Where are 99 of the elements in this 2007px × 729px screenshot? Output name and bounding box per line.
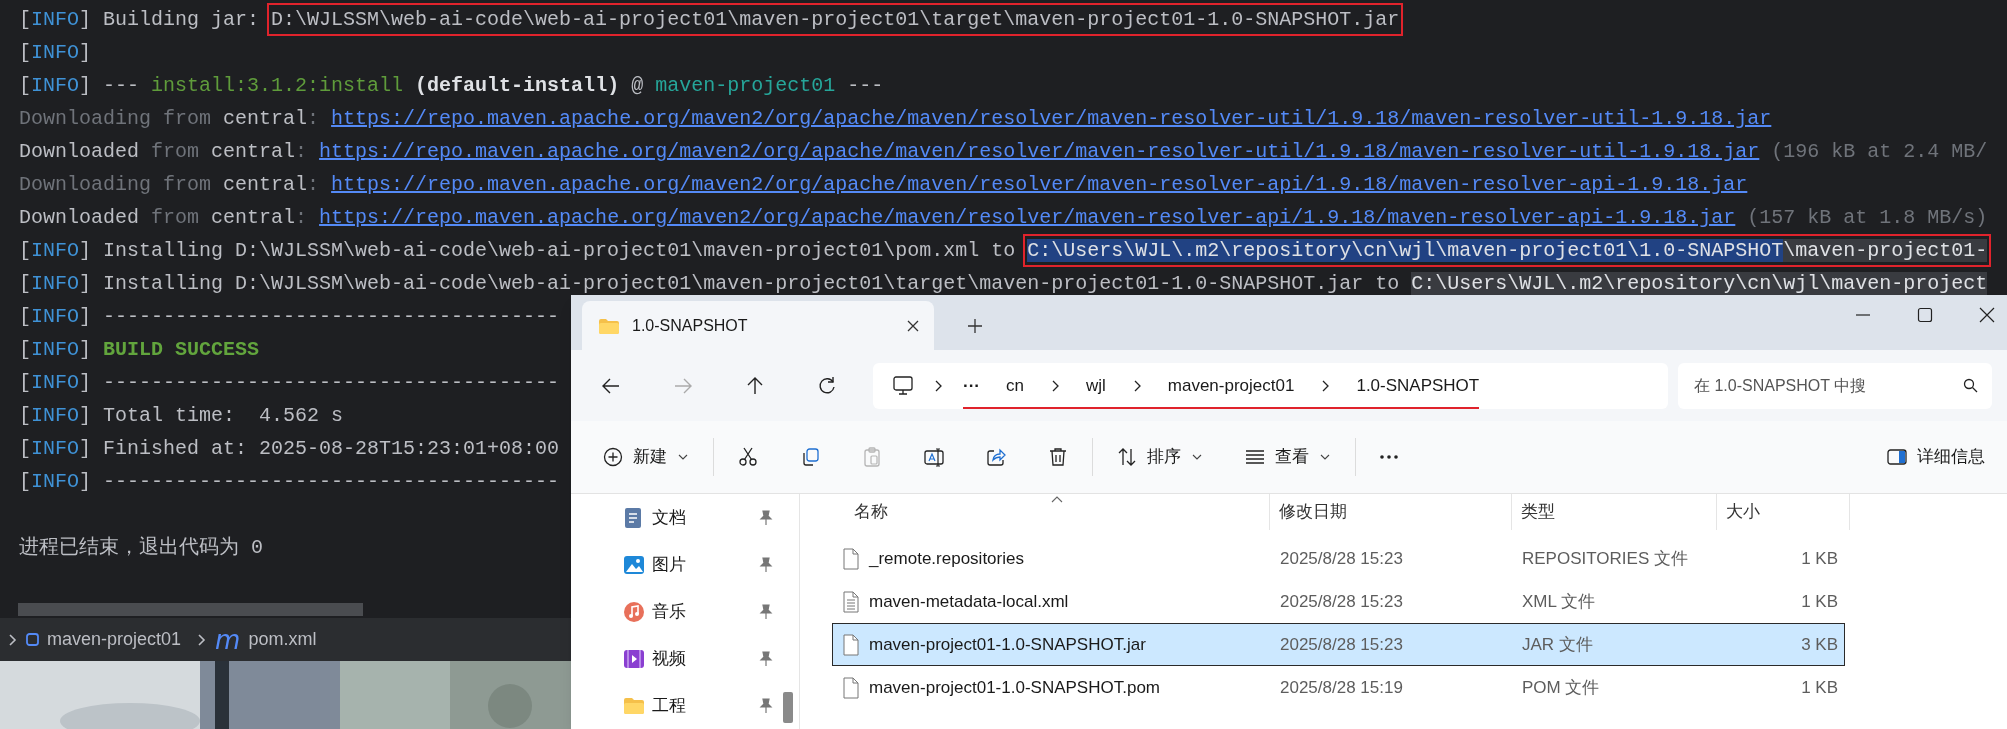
rename-icon	[924, 447, 944, 468]
close-icon[interactable]	[1979, 307, 1995, 323]
breadcrumb-item[interactable]: maven-project01	[1167, 373, 1295, 399]
file-size: 1 KB	[1801, 548, 1838, 568]
log-line: [INFO] --- install:3.1.2:install (default-install) @ maven-project01 ---	[19, 73, 884, 99]
log-line: [INFO] --------------------------------------	[19, 304, 560, 330]
breadcrumb-item[interactable]: cn	[1006, 373, 1024, 399]
sidebar-item[interactable]: 工程	[571, 682, 799, 729]
new-button[interactable]: 新建	[597, 435, 695, 480]
search-field[interactable]: 在 1.0-SNAPSHOT 中搜	[1678, 362, 1992, 409]
sidebar-item[interactable]: 视频	[571, 635, 799, 682]
image-icon	[623, 553, 645, 576]
file-name: maven-project01-1.0-SNAPSHOT.pom	[869, 676, 1160, 699]
close-icon[interactable]	[906, 318, 920, 333]
file-name: _remote.repositories	[869, 547, 1024, 570]
folder-icon	[598, 316, 620, 335]
search-icon	[1963, 377, 1978, 393]
breadcrumb-item[interactable]: 1.0-SNAPSHOT	[1356, 373, 1480, 399]
log-line: Downloaded from central: https://repo.maven.apache.org/maven2/org/apache/maven/resolver/maven-resolver-api/1.9.18/maven-resolver-api-1.9.18.jar (157 kB at 1.8 MB/s)	[19, 205, 1988, 231]
log-line: Downloading from central: https://repo.maven.apache.org/maven2/org/apache/maven/resolver/maven-resolver-api/1.9.18/maven-resolver-api-1.9.18.jar	[19, 172, 1748, 198]
plus-icon[interactable]	[967, 318, 983, 335]
file-size: 3 KB	[1801, 634, 1838, 654]
file-row[interactable]: _remote.repositories 2025/8/28 15:23 REPOSITORIES 文件 1 KB	[832, 537, 1845, 580]
modified-date: 2025/8/28 15:23	[1280, 548, 1403, 568]
scrollbar-thumb[interactable]	[783, 692, 793, 723]
module-icon	[26, 633, 39, 646]
sidebar-item[interactable]: 文档	[571, 494, 799, 541]
copy-icon	[800, 447, 820, 468]
maven-icon: m	[215, 626, 241, 653]
modified-date: 2025/8/28 15:23	[1280, 634, 1403, 654]
link[interactable]: https://repo.maven.apache.org/maven2/org/apache/maven/resolver/maven-resolver-api/1.9.18/maven-resolver-api-1.9.18.jar	[331, 173, 1748, 196]
computer-icon	[893, 375, 913, 396]
log-line: [INFO]	[19, 40, 92, 66]
chevron-right-icon[interactable]	[1320, 378, 1331, 393]
share-icon	[986, 447, 1006, 468]
tab[interactable]: 1.0-SNAPSHOT	[582, 301, 934, 351]
chevron-right-icon[interactable]	[933, 378, 943, 393]
up-icon[interactable]	[745, 375, 765, 396]
file-size: 1 KB	[1801, 591, 1838, 611]
modified-date: 2025/8/28 15:23	[1280, 591, 1403, 611]
file-name: maven-project01-1.0-SNAPSHOT.jar	[869, 633, 1146, 656]
file-name: maven-metadata-local.xml	[869, 590, 1069, 613]
log-line: [INFO] Finished at: 2025-08-28T15:23:01+08:00	[19, 436, 560, 462]
link[interactable]: https://repo.maven.apache.org/maven2/org/apache/maven/resolver/maven-resolver-api/1.9.18/maven-resolver-api-1.9.18.jar	[319, 206, 1736, 229]
view-button[interactable]: 查看	[1239, 435, 1337, 480]
address-bar[interactable]: ··· cn wjl maven-project01 1.0-SNAPSHOT	[873, 362, 1668, 409]
file-type: REPOSITORIES 文件	[1522, 548, 1688, 568]
file-path: C:\Users\WJL\.m2\repository\cn\wjl\maven-project01\1.0-SNAPSHOT\maven-project01-	[1027, 239, 1988, 262]
file-type: POM 文件	[1522, 677, 1600, 697]
file-path: D:\WJLSSM\web-ai-code\web-ai-project01\maven-project01\target\maven-project01-1.0-SNAPSHOT.jar	[271, 8, 1400, 31]
overflow-button[interactable]: ···	[963, 373, 980, 399]
link[interactable]: https://repo.maven.apache.org/maven2/org/apache/maven/resolver/maven-resolver-util/1.9.18/maven-resolver-util-1.9.18.jar	[331, 107, 1772, 130]
link[interactable]: https://repo.maven.apache.org/maven2/org/apache/maven/resolver/maven-resolver-util/1.9.18/maven-resolver-util-1.9.18.jar	[319, 140, 1760, 163]
log-line: [INFO] Total time: 4.562 s	[19, 403, 344, 429]
tab-title: 1.0-SNAPSHOT	[632, 315, 749, 336]
details-pane-icon	[1887, 448, 1907, 467]
file-icon	[842, 547, 860, 570]
sort-button[interactable]: 排序	[1111, 435, 1209, 480]
breadcrumb-item[interactable]: maven-project01	[47, 626, 182, 653]
log-line: [INFO] BUILD SUCCESS	[19, 337, 260, 363]
file-type: XML 文件	[1522, 591, 1596, 611]
chevron-right-icon	[195, 631, 208, 648]
paste-icon	[862, 447, 882, 468]
cut-icon	[738, 447, 758, 468]
log-line: [INFO] --------------------------------------	[19, 469, 560, 495]
details-button[interactable]: 详细信息	[1883, 435, 1989, 480]
scrollbar-thumb[interactable]	[18, 603, 363, 616]
trash-icon	[1048, 447, 1068, 468]
log-line: Downloading from central: https://repo.maven.apache.org/maven2/org/apache/maven/resolver/maven-resolver-util/1.9.18/maven-resolver-util-1.9.18.jar	[19, 106, 1772, 132]
file-row[interactable]: maven-project01-1.0-SNAPSHOT.jar 2025/8/28 15:23 JAR 文件 3 KB	[832, 623, 1845, 666]
file-icon	[842, 633, 860, 656]
breadcrumb-item[interactable]: wjl	[1085, 373, 1106, 399]
video-icon	[623, 647, 645, 670]
column-header[interactable]: 类型	[1512, 494, 1717, 530]
log-line: [INFO] --------------------------------------	[19, 370, 560, 396]
text-file-icon	[842, 590, 860, 613]
refresh-icon[interactable]	[817, 375, 837, 396]
column-header[interactable]: 大小	[1717, 494, 1850, 530]
sort-icon	[1117, 447, 1137, 468]
maximize-icon[interactable]	[1917, 307, 1933, 323]
column-header[interactable]: 修改日期	[1270, 494, 1512, 530]
file-row[interactable]: maven-metadata-local.xml 2025/8/28 15:23 XML 文件 1 KB	[832, 580, 1845, 623]
file-size: 1 KB	[1801, 677, 1838, 697]
more-icon	[1380, 455, 1398, 460]
log-text: [INFO] Installing D:\WJLSSM\web-ai-code\web-ai-project01\maven-project01\pom.xml to	[19, 239, 1017, 262]
sidebar-item[interactable]: 音乐	[571, 588, 799, 635]
log-line: Downloaded from central: https://repo.maven.apache.org/maven2/org/apache/maven/resolver/maven-resolver-util/1.9.18/maven-resolver-util-1.9.18.jar (196 kB at 2.4 MB/	[19, 139, 1988, 165]
file-icon	[842, 676, 860, 699]
plus-circle-icon	[603, 447, 623, 468]
log-text: [INFO] Building jar:	[19, 8, 261, 31]
file-row[interactable]: maven-project01-1.0-SNAPSHOT.pom 2025/8/28 15:19 POM 文件 1 KB	[832, 666, 1845, 709]
file-type: JAR 文件	[1522, 634, 1593, 654]
music-icon	[623, 600, 645, 623]
exit-message: 进程已结束，退出代码为 0	[19, 535, 263, 561]
column-header[interactable]: 名称	[832, 494, 1270, 530]
chevron-right-icon	[6, 631, 18, 648]
modified-date: 2025/8/28 15:19	[1280, 677, 1403, 697]
breadcrumb-item[interactable]: pom.xml	[248, 626, 317, 653]
sidebar-item[interactable]: 图片	[571, 541, 799, 588]
